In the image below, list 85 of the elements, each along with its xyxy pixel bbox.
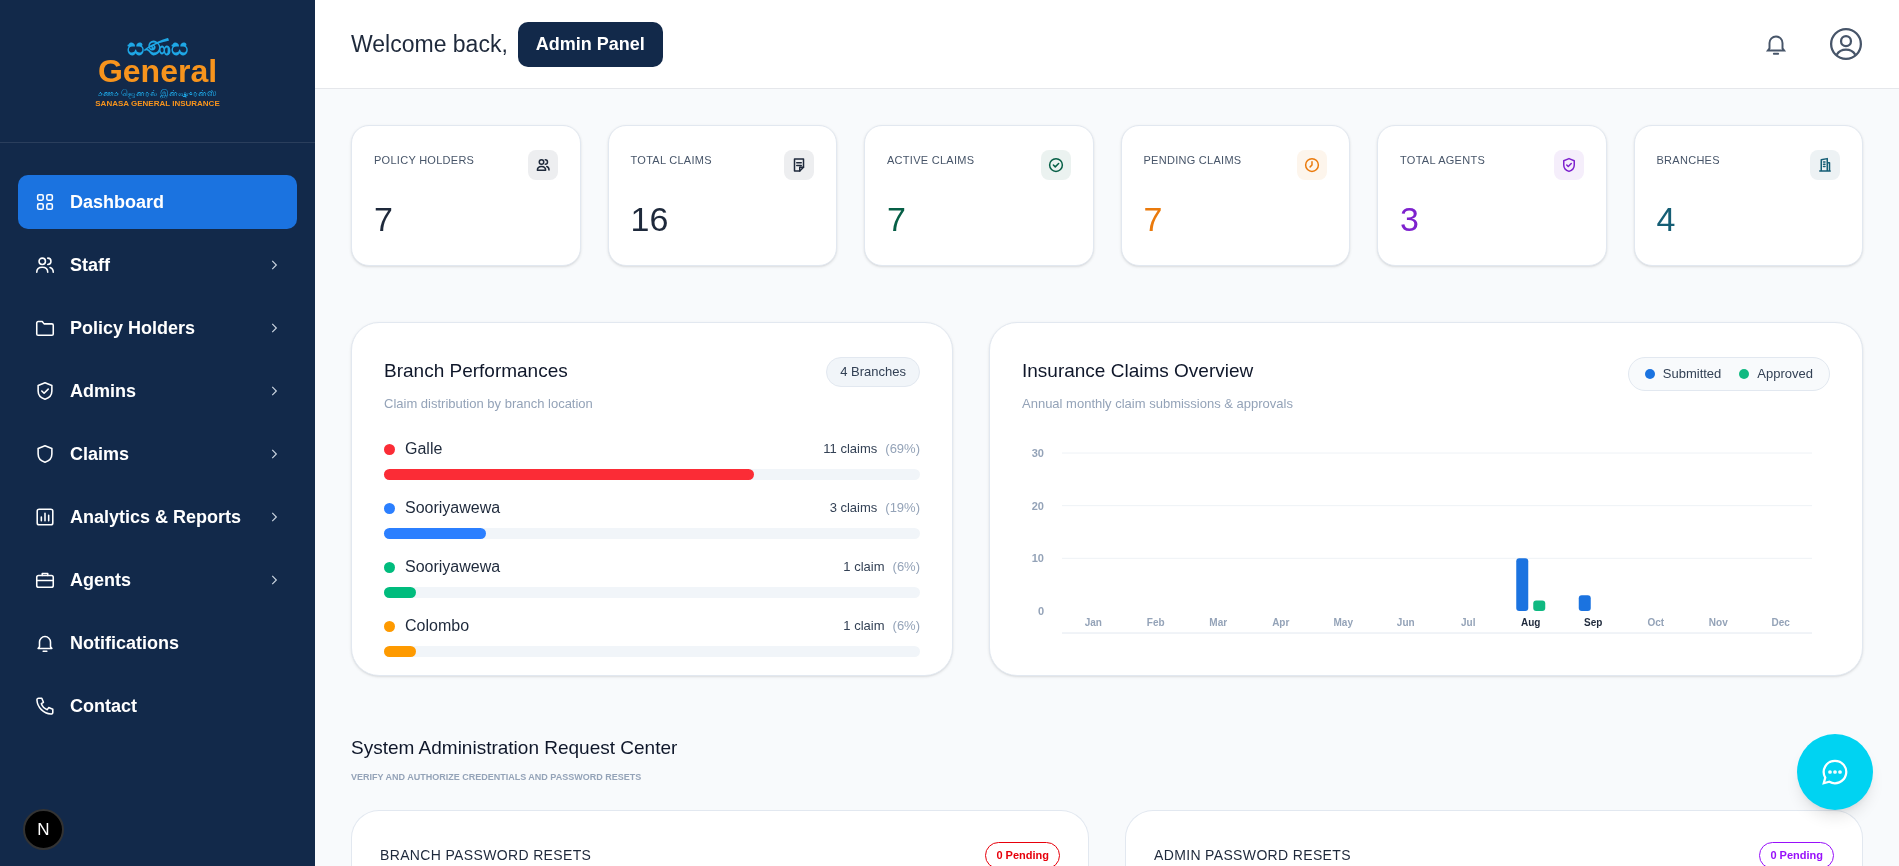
claim-share: (19%) bbox=[885, 499, 920, 518]
stat-value: 7 bbox=[887, 202, 907, 236]
stat-label: BRANCHES bbox=[1656, 153, 1720, 168]
sidebar-item[interactable]: Agents bbox=[18, 553, 297, 607]
phone-icon bbox=[34, 695, 56, 717]
logo-script: சணச ஜெனரல் இன்ஷுரன்ஸ் bbox=[98, 88, 217, 98]
chat-icon bbox=[1820, 757, 1850, 787]
axis-tick-label: Feb bbox=[1146, 617, 1165, 628]
section-title: System Administration Request Center bbox=[351, 736, 679, 760]
check-icon bbox=[1040, 150, 1071, 180]
note-icon bbox=[784, 150, 814, 180]
dev-badge[interactable]: N bbox=[23, 809, 64, 850]
sidebar-item[interactable]: Claims bbox=[18, 427, 297, 481]
claim-count: 3 claims bbox=[829, 499, 878, 518]
bar bbox=[1516, 558, 1529, 611]
axis-tick-label: 0 bbox=[1037, 605, 1044, 617]
axis-tick-label: Mar bbox=[1209, 617, 1228, 628]
claim-count: 11 claims bbox=[823, 440, 878, 459]
stat-value: 7 bbox=[1143, 202, 1164, 236]
axis-tick-label: 30 bbox=[1031, 447, 1044, 459]
legend-label: Submitted bbox=[1662, 365, 1722, 383]
claim-share: (69%) bbox=[885, 440, 920, 459]
claim-count: 1 claim bbox=[843, 558, 885, 577]
branch-count-badge: 4 Branches bbox=[826, 357, 920, 387]
chart-icon bbox=[34, 506, 56, 528]
logo-script: සණස bbox=[127, 34, 188, 59]
claim-share: (6%) bbox=[892, 558, 920, 577]
axis-tick-label: Sep bbox=[1584, 617, 1603, 628]
card-subtitle: Annual monthly claim submissions & approvals bbox=[1022, 394, 1293, 413]
shield-icon bbox=[34, 443, 56, 465]
welcome-text: Welcome back, bbox=[351, 29, 508, 59]
role-badge: Admin Panel bbox=[517, 21, 663, 67]
sidebar-item[interactable]: Admins bbox=[18, 364, 297, 418]
stat-label: TOTAL CLAIMS bbox=[630, 153, 712, 168]
user-avatar-icon[interactable] bbox=[1829, 27, 1863, 61]
card-title: Insurance Claims Overview bbox=[1022, 359, 1255, 383]
branch-name: Sooriyawewa bbox=[405, 557, 501, 577]
axis-tick-label: Jan bbox=[1084, 617, 1102, 628]
stat-label: ACTIVE CLAIMS bbox=[887, 153, 975, 168]
pending-badge: 0 Pending bbox=[1759, 842, 1834, 866]
sidebar-item[interactable]: Contact bbox=[18, 679, 297, 733]
legend-label: Approved bbox=[1757, 365, 1813, 383]
axis-tick-label: Dec bbox=[1771, 617, 1790, 628]
shield-check-icon bbox=[34, 380, 56, 402]
clock-icon bbox=[1297, 150, 1327, 180]
axis-tick-label: Nov bbox=[1708, 617, 1728, 628]
stat-value: 4 bbox=[1656, 202, 1677, 236]
axis-tick-label: Jun bbox=[1396, 617, 1415, 628]
section-subtitle: VERIFY AND AUTHORIZE CREDENTIALS AND PASSWORD RESETS bbox=[351, 770, 643, 784]
stat-value: 3 bbox=[1400, 202, 1420, 236]
axis-tick-label: 20 bbox=[1031, 499, 1044, 512]
building-icon bbox=[1810, 150, 1840, 180]
panel-title: BRANCH PASSWORD RESETS bbox=[380, 845, 592, 865]
card-subtitle: Claim distribution by branch location bbox=[384, 394, 593, 413]
bar bbox=[1578, 595, 1591, 611]
pending-badge: 0 Pending bbox=[985, 842, 1060, 866]
stat-value: 7 bbox=[374, 202, 394, 236]
branch-name: Galle bbox=[405, 439, 443, 459]
logo-tagline: SANASA GENERAL INSURANCE bbox=[95, 99, 220, 108]
branch-name: Colombo bbox=[405, 616, 470, 636]
stat-label: TOTAL AGENTS bbox=[1400, 153, 1485, 168]
branch-name: Sooriyawewa bbox=[405, 498, 501, 518]
sidebar-item[interactable]: Analytics & Reports bbox=[18, 490, 297, 544]
axis-tick-label: Jul bbox=[1461, 617, 1476, 628]
axis-tick-label: Aug bbox=[1521, 617, 1541, 628]
sidebar-item[interactable]: Staff bbox=[18, 238, 297, 292]
stat-value: 16 bbox=[630, 202, 670, 236]
claim-share: (6%) bbox=[892, 617, 920, 636]
grid-icon bbox=[34, 191, 56, 213]
bar bbox=[1533, 600, 1546, 611]
users-icon bbox=[527, 150, 558, 180]
axis-tick-label: May bbox=[1333, 617, 1353, 628]
users-icon bbox=[34, 254, 56, 276]
axis-tick-label: Oct bbox=[1647, 617, 1665, 628]
axis-tick-label: Apr bbox=[1272, 617, 1290, 628]
claim-count: 1 claim bbox=[843, 617, 885, 636]
panel-title: ADMIN PASSWORD RESETS bbox=[1154, 845, 1351, 865]
sidebar-item[interactable]: Notifications bbox=[18, 616, 297, 670]
stat-label: PENDING CLAIMS bbox=[1143, 153, 1242, 168]
sidebar-item[interactable]: Dashboard bbox=[18, 175, 297, 229]
sidebar-item[interactable]: Policy Holders bbox=[18, 301, 297, 355]
axis-tick-label: 10 bbox=[1031, 552, 1044, 565]
shield-icon bbox=[1553, 150, 1584, 180]
card-title: Branch Performances bbox=[384, 359, 569, 383]
stat-label: POLICY HOLDERS bbox=[374, 153, 475, 168]
